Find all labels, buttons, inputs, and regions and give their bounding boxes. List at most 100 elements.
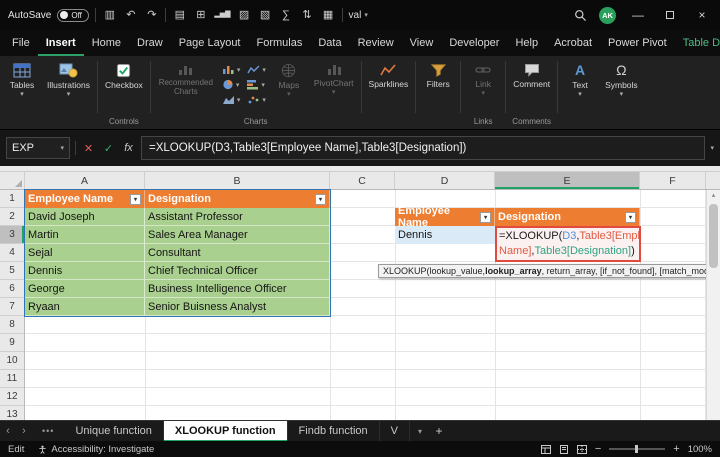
- sort-icon[interactable]: ⇅: [300, 0, 315, 30]
- row-header[interactable]: 3: [0, 226, 24, 244]
- tab-file[interactable]: File: [4, 30, 38, 56]
- header-cell-designation[interactable]: Designation ▾: [145, 190, 330, 208]
- pivotchart-button[interactable]: PivotChart ▾: [309, 56, 359, 97]
- cell-a6[interactable]: George: [25, 280, 145, 298]
- column-header-b[interactable]: B: [145, 172, 330, 189]
- sheet-tab-findb-function[interactable]: Findb function: [288, 421, 380, 442]
- cell-a2[interactable]: David Joseph: [25, 208, 145, 226]
- cell-b6[interactable]: Business Intelligence Officer: [145, 280, 330, 298]
- cell-b5[interactable]: Chief Technical Officer: [145, 262, 330, 280]
- zoom-level[interactable]: 100%: [688, 444, 712, 455]
- row-header[interactable]: 6: [0, 280, 24, 298]
- row-header[interactable]: 9: [0, 334, 24, 352]
- scatter-chart-button[interactable]: ▾: [247, 94, 266, 105]
- save-icon[interactable]: ▥: [102, 0, 117, 30]
- cell-a4[interactable]: Sejal: [25, 244, 145, 262]
- area-chart-button[interactable]: ▾: [222, 94, 241, 105]
- checkbox-button[interactable]: Checkbox: [100, 56, 148, 92]
- row-header[interactable]: 10: [0, 352, 24, 370]
- paste-icon[interactable]: ▤: [172, 0, 187, 30]
- tables-button[interactable]: Tables ▾: [2, 56, 42, 99]
- tab-page-layout[interactable]: Page Layout: [171, 30, 249, 56]
- header-cell-e2[interactable]: Designation ▾: [495, 208, 640, 226]
- table-icon[interactable]: ⊞: [193, 0, 208, 30]
- cell-b4[interactable]: Consultant: [145, 244, 330, 262]
- row-header[interactable]: 4: [0, 244, 24, 262]
- tab-review[interactable]: Review: [350, 30, 402, 56]
- restore-button[interactable]: [660, 8, 680, 22]
- column-header-f[interactable]: F: [640, 172, 706, 189]
- tab-formulas[interactable]: Formulas: [249, 30, 311, 56]
- vertical-scrollbar[interactable]: ▴: [706, 190, 720, 420]
- tab-draw[interactable]: Draw: [129, 30, 171, 56]
- symbols-button[interactable]: Ω Symbols ▾: [600, 56, 643, 99]
- redo-icon[interactable]: ↷: [144, 0, 159, 30]
- accessibility-status[interactable]: Accessibility: Investigate: [38, 444, 154, 455]
- filter-button[interactable]: ▾: [625, 212, 636, 223]
- page-layout-view-icon[interactable]: [559, 445, 569, 454]
- tab-power-pivot[interactable]: Power Pivot: [600, 30, 675, 56]
- zoom-in-button[interactable]: +: [673, 443, 679, 455]
- cell-a5[interactable]: Dennis: [25, 262, 145, 280]
- filter-button[interactable]: ▾: [130, 194, 141, 205]
- tab-home[interactable]: Home: [84, 30, 129, 56]
- row-header[interactable]: 13: [0, 406, 24, 420]
- formula-input[interactable]: =XLOOKUP(D3,Table3[Employee Name],Table3…: [141, 136, 705, 160]
- minimize-button[interactable]: —: [628, 8, 648, 22]
- header-cell-employee-name[interactable]: Employee Name ▾: [25, 190, 145, 208]
- illustrations-button[interactable]: Illustrations ▾: [42, 56, 95, 99]
- zoom-slider-thumb[interactable]: [635, 445, 638, 453]
- tab-insert[interactable]: Insert: [38, 30, 84, 56]
- row-header[interactable]: 1: [0, 190, 24, 208]
- column-header-d[interactable]: D: [395, 172, 495, 189]
- row-header[interactable]: 8: [0, 316, 24, 334]
- link-button[interactable]: Link ▾: [463, 56, 503, 98]
- undo-icon[interactable]: ↶: [123, 0, 138, 30]
- picture-icon[interactable]: ▦: [321, 0, 336, 30]
- chart-icon[interactable]: ▂▅▇: [214, 0, 230, 30]
- column-header-a[interactable]: A: [25, 172, 145, 189]
- sheet-nav-left-icon[interactable]: ‹: [0, 425, 16, 437]
- insert-function-button[interactable]: fx: [121, 142, 136, 154]
- column-header-c[interactable]: C: [330, 172, 395, 189]
- new-sheet-button[interactable]: +: [430, 424, 448, 438]
- tab-table-design[interactable]: Table Design: [675, 30, 720, 56]
- page-break-view-icon[interactable]: [577, 445, 587, 454]
- close-button[interactable]: ×: [692, 8, 712, 22]
- zoom-slider[interactable]: [609, 448, 665, 450]
- tab-view[interactable]: View: [402, 30, 442, 56]
- scrollbar-thumb[interactable]: [709, 204, 718, 268]
- search-icon[interactable]: [574, 9, 587, 22]
- sparklines-button[interactable]: Sparklines: [364, 56, 414, 91]
- filter-button[interactable]: ▾: [315, 194, 326, 205]
- filters-button[interactable]: Filters: [418, 56, 458, 91]
- row-header[interactable]: 11: [0, 370, 24, 388]
- sheet-tab-unique-function[interactable]: Unique function: [64, 421, 163, 442]
- scroll-up-icon[interactable]: ▴: [707, 190, 720, 202]
- formula-bar-expand-icon[interactable]: ▾: [710, 144, 714, 152]
- column-header-e[interactable]: E: [495, 172, 640, 189]
- row-header[interactable]: 7: [0, 298, 24, 316]
- cell-b2[interactable]: Assistant Professor: [145, 208, 330, 226]
- document-title-dropdown[interactable]: val ▾: [349, 10, 368, 21]
- cell-a3[interactable]: Martin: [25, 226, 145, 244]
- sheet-tab-v[interactable]: V: [380, 421, 410, 442]
- tab-developer[interactable]: Developer: [441, 30, 507, 56]
- cell-e3-formula-editor[interactable]: =XLOOKUP(D3,Table3[Employee Name],Table3…: [495, 226, 641, 262]
- text-button[interactable]: A Text ▾: [560, 56, 600, 99]
- select-all-corner[interactable]: [0, 172, 25, 189]
- header-cell-d2[interactable]: Employee Name ▾: [395, 208, 495, 226]
- pie-chart-button[interactable]: ▾: [222, 79, 240, 90]
- tab-data[interactable]: Data: [310, 30, 349, 56]
- tab-acrobat[interactable]: Acrobat: [546, 30, 600, 56]
- zoom-out-button[interactable]: −: [595, 443, 601, 455]
- borders-icon[interactable]: ▧: [258, 0, 273, 30]
- cancel-button[interactable]: ✕: [81, 142, 96, 155]
- cell-b7[interactable]: Senior Buisness Analyst: [145, 298, 330, 316]
- user-avatar[interactable]: AK: [599, 7, 616, 24]
- line-chart-button[interactable]: ▾: [247, 64, 266, 75]
- bar-chart-button[interactable]: ▾: [246, 79, 265, 90]
- cell-a7[interactable]: Ryaan: [25, 298, 145, 316]
- normal-view-icon[interactable]: [541, 445, 551, 454]
- tab-help[interactable]: Help: [507, 30, 546, 56]
